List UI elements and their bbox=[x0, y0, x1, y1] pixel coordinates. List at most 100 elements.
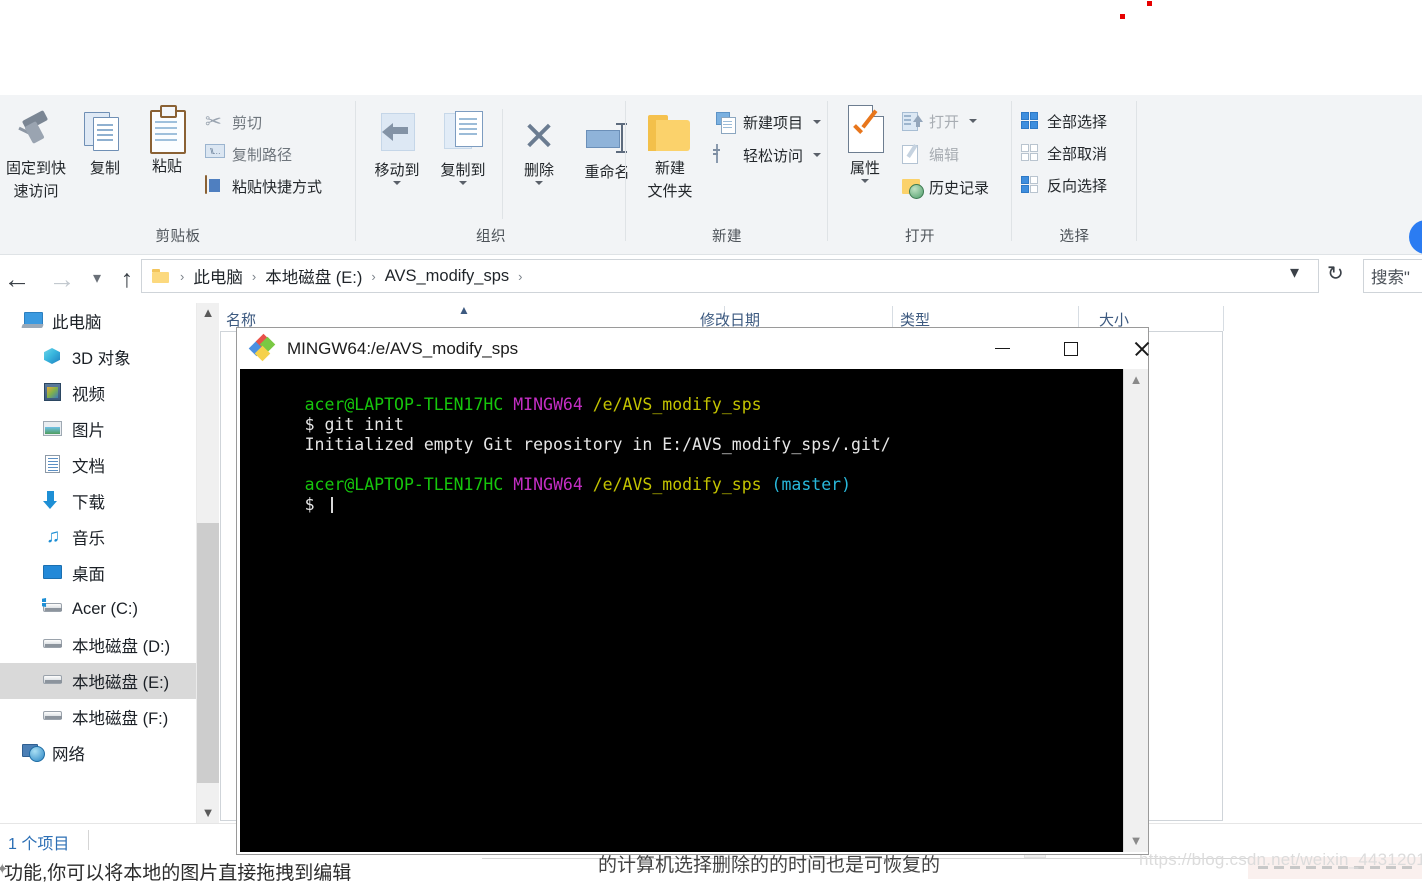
ribbon-group-select: 全部选择 全部取消 反向选择 选择 bbox=[1012, 95, 1137, 254]
minimize-icon[interactable] bbox=[979, 328, 1025, 369]
ribbon-group-organize: 移动到 复制到 ✕ 删除 重命名 组织 bbox=[356, 95, 630, 254]
delete-button[interactable]: ✕ 删除 bbox=[508, 107, 570, 185]
group-label-organize: 组织 bbox=[476, 229, 506, 245]
breadcrumb[interactable]: › 此电脑 › 本地磁盘 (E:) › AVS_modify_sps › bbox=[141, 259, 1319, 293]
breadcrumb-item-2[interactable]: AVS_modify_sps bbox=[383, 267, 511, 286]
chevron-down-icon[interactable] bbox=[535, 181, 543, 185]
sidebar-item-pictures[interactable]: 图片 bbox=[0, 411, 196, 447]
sidebar-item-label: 下载 bbox=[72, 494, 105, 512]
terminal-title-bar[interactable]: MINGW64:/e/AVS_modify_sps bbox=[237, 328, 1148, 369]
scissors-icon: ✂ bbox=[205, 111, 222, 133]
search-input[interactable]: 搜索" bbox=[1363, 259, 1422, 293]
scrollbar-thumb[interactable] bbox=[197, 523, 219, 783]
select-none-button[interactable]: 全部取消 bbox=[1020, 138, 1107, 168]
properties-button[interactable]: 属性 bbox=[834, 105, 896, 183]
mingw64-terminal-window[interactable]: MINGW64:/e/AVS_modify_sps acer@LAPTOP-TL… bbox=[236, 327, 1149, 855]
sidebar-item-desktop[interactable]: 桌面 bbox=[0, 555, 196, 591]
paste-label: 粘贴 bbox=[151, 158, 182, 175]
history-button[interactable]: 历史记录 bbox=[902, 172, 989, 202]
breadcrumb-separator: › bbox=[518, 268, 523, 284]
explorer-ribbon: 固定到快 速访问 复制 粘贴 ✂ 剪切 \\… 复制路径 粘贴快捷方式 剪贴板 bbox=[0, 95, 1422, 255]
refresh-icon[interactable]: ↻ bbox=[1327, 261, 1344, 286]
cut-button[interactable]: ✂ 剪切 bbox=[205, 107, 262, 137]
chevron-down-icon[interactable] bbox=[813, 153, 822, 157]
sidebar-item-music[interactable]: ♫ 音乐 bbox=[0, 519, 196, 555]
properties-icon bbox=[834, 105, 896, 155]
easy-access-button[interactable]: 轻松访问 bbox=[716, 140, 822, 170]
sidebar-item-drive-f[interactable]: 本地磁盘 (F:) bbox=[0, 699, 196, 735]
copy-to-icon bbox=[430, 107, 496, 157]
sidebar-item-drive-e[interactable]: 本地磁盘 (E:) bbox=[0, 663, 196, 699]
chevron-down-icon[interactable]: ▾ bbox=[80, 258, 114, 300]
ribbon-group-clipboard: 固定到快 速访问 复制 粘贴 ✂ 剪切 \\… 复制路径 粘贴快捷方式 剪贴板 bbox=[0, 95, 356, 254]
paste-shortcut-button[interactable]: 粘贴快捷方式 bbox=[205, 171, 322, 201]
folder-icon bbox=[152, 269, 169, 283]
select-none-icon bbox=[1020, 143, 1040, 163]
maximize-icon[interactable] bbox=[1048, 328, 1094, 369]
sidebar-item-this-pc[interactable]: 此电脑 bbox=[0, 303, 196, 339]
new-folder-button[interactable]: 新建 文件夹 bbox=[634, 105, 706, 201]
sidebar-item-network[interactable]: 网络 bbox=[0, 735, 196, 771]
breadcrumb-item-0[interactable]: 此电脑 bbox=[191, 264, 245, 288]
copy-path-button[interactable]: \\… 复制路径 bbox=[205, 139, 292, 169]
breadcrumb-separator: › bbox=[180, 268, 185, 284]
close-icon[interactable] bbox=[1118, 328, 1164, 369]
chevron-down-icon[interactable] bbox=[861, 179, 869, 183]
terminal-output[interactable]: acer@LAPTOP-TLEN17HC MINGW64 /e/AVS_modi… bbox=[240, 369, 1123, 852]
terminal-scrollbar[interactable]: ▲ ▼ bbox=[1123, 369, 1148, 852]
paste-shortcut-icon bbox=[205, 175, 225, 196]
invert-selection-button[interactable]: 反向选择 bbox=[1020, 170, 1107, 200]
sidebar-item-3d-objects[interactable]: 3D 对象 bbox=[0, 339, 196, 375]
music-icon: ♫ bbox=[46, 526, 61, 547]
sidebar-item-drive-d[interactable]: 本地磁盘 (D:) bbox=[0, 627, 196, 663]
chevron-down-icon[interactable] bbox=[393, 181, 401, 185]
terminal-path: /e/AVS_modify_sps bbox=[592, 395, 762, 414]
chevron-down-icon[interactable] bbox=[459, 181, 467, 185]
delete-label: 删除 bbox=[523, 162, 554, 179]
select-all-button[interactable]: 全部选择 bbox=[1020, 106, 1107, 136]
sidebar-item-downloads[interactable]: 下载 bbox=[0, 483, 196, 519]
documents-icon bbox=[42, 455, 64, 475]
group-label-open: 打开 bbox=[905, 229, 935, 245]
sidebar-item-documents[interactable]: 文档 bbox=[0, 447, 196, 483]
open-button[interactable]: 打开 bbox=[902, 106, 978, 136]
sidebar-item-label: Acer (C:) bbox=[72, 599, 138, 618]
new-item-button[interactable]: 新建项目 bbox=[716, 107, 822, 137]
sidebar-item-label: 音乐 bbox=[72, 530, 105, 548]
move-to-button[interactable]: 移动到 bbox=[364, 107, 430, 185]
this-pc-icon bbox=[21, 311, 44, 331]
ribbon-group-open: 属性 打开 编辑 历史记录 打开 bbox=[828, 95, 1012, 254]
arrow-up-icon[interactable]: ↑ bbox=[110, 258, 144, 300]
chevron-down-icon[interactable] bbox=[969, 119, 978, 123]
breadcrumb-item-1[interactable]: 本地磁盘 (E:) bbox=[263, 264, 364, 288]
sidebar-item-acer-c[interactable]: Acer (C:) bbox=[0, 591, 196, 627]
address-divider bbox=[1318, 260, 1319, 292]
chevron-up-icon[interactable]: ▲ bbox=[1124, 369, 1148, 391]
terminal-line: acer@LAPTOP-TLEN17HC MINGW64 /e/AVS_modi… bbox=[245, 375, 1123, 414]
arrow-right-icon[interactable]: → bbox=[45, 258, 79, 300]
terminal-output-text: Initialized empty Git repository in E:/A… bbox=[304, 435, 891, 454]
chevron-up-icon[interactable]: ▲ bbox=[197, 303, 219, 323]
chevron-down-icon[interactable]: ▼ bbox=[197, 803, 219, 823]
sidebar-item-label: 网络 bbox=[52, 746, 85, 764]
copy-to-label: 复制到 bbox=[440, 162, 486, 179]
edit-button[interactable]: 编辑 bbox=[902, 139, 959, 169]
ribbon-group-new: 新建 文件夹 新建项目 轻松访问 新建 bbox=[626, 95, 828, 254]
chevron-down-icon[interactable] bbox=[813, 120, 822, 124]
sidebar-item-label: 文档 bbox=[72, 458, 105, 476]
delete-x-icon: ✕ bbox=[522, 115, 556, 159]
chevron-down-icon[interactable]: ▼ bbox=[1124, 830, 1148, 852]
red-dot-marker bbox=[1120, 14, 1125, 19]
search-placeholder: 搜索" bbox=[1371, 269, 1410, 287]
drive-icon bbox=[42, 635, 64, 655]
pin-to-quick-access-button[interactable]: 固定到快 速访问 bbox=[2, 105, 70, 201]
navigation-pane-scrollbar[interactable]: ▲ ▼ bbox=[196, 303, 219, 823]
copy-button[interactable]: 复制 bbox=[74, 105, 136, 178]
sidebar-item-videos[interactable]: 视频 bbox=[0, 375, 196, 411]
arrow-left-icon[interactable]: ← bbox=[0, 258, 34, 300]
chevron-down-icon[interactable]: ▾ bbox=[1290, 262, 1299, 283]
sidebar-item-label: 本地磁盘 (D:) bbox=[72, 638, 171, 656]
move-to-icon bbox=[364, 107, 430, 157]
paste-button[interactable]: 粘贴 bbox=[136, 103, 198, 176]
copy-to-button[interactable]: 复制到 bbox=[430, 107, 496, 185]
